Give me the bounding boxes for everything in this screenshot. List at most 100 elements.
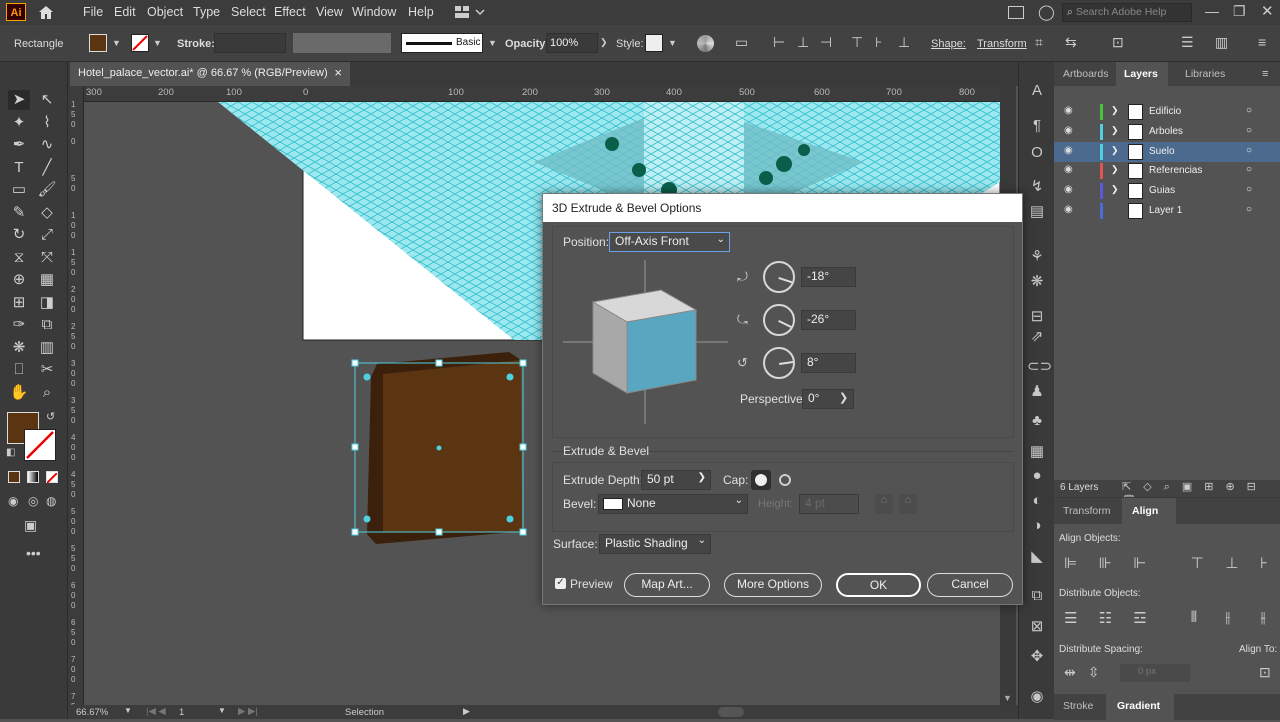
prev-artboard-icon[interactable]: |◀ ◀ — [146, 706, 166, 717]
menu-type[interactable]: Type — [193, 5, 220, 19]
panel-toggle-icon[interactable]: ▤ — [1027, 202, 1047, 222]
search-box[interactable]: ⌕ Search Adobe Help — [1062, 3, 1192, 22]
panel-menu-icon[interactable]: ☰ — [1181, 34, 1194, 51]
shape-label[interactable]: Shape: — [931, 38, 966, 50]
close-icon[interactable]: ✕ — [1261, 2, 1274, 20]
distribute-object-icon[interactable]: ☲ — [1133, 609, 1146, 627]
arrange-documents-icon[interactable] — [1008, 6, 1024, 19]
draw-inside-icon[interactable]: ◍ — [46, 494, 56, 508]
screen-mode-icon[interactable]: ▣ — [24, 517, 37, 534]
menu-edit[interactable]: Edit — [114, 5, 136, 19]
align-object-icon[interactable]: ⊥ — [1225, 554, 1238, 572]
chevron-down-icon[interactable]: ▼ — [218, 706, 226, 715]
tab-gradient[interactable]: Gradient — [1117, 700, 1160, 712]
distribute-icon[interactable]: ⇆ — [1065, 34, 1077, 51]
shape-builder-tool-icon[interactable]: ⊕ — [8, 270, 30, 290]
fill-swatch[interactable] — [89, 34, 107, 52]
chevron-down-icon[interactable]: ▼ — [488, 38, 497, 48]
layer-row[interactable]: ◉ ❯ Referencias ○ — [1054, 161, 1280, 181]
panel-toggle-icon[interactable]: ⊠ — [1027, 617, 1047, 637]
zoom-level[interactable]: 66.67% — [76, 707, 108, 718]
panel-toggle-icon[interactable]: ⧉ — [1027, 587, 1047, 607]
align-object-icon[interactable]: ⊫ — [1064, 554, 1077, 572]
home-icon[interactable] — [36, 3, 56, 21]
panel-toggle-icon[interactable]: ◑ — [1027, 517, 1047, 537]
layer-row[interactable]: ◉ ❯ Arboles ○ — [1054, 122, 1280, 142]
chevron-down-icon[interactable]: ▼ — [153, 38, 162, 48]
target-circle-icon[interactable]: ○ — [1246, 105, 1252, 116]
visibility-eye-icon[interactable]: ◉ — [1064, 164, 1073, 175]
tab-layers[interactable]: Layers — [1124, 68, 1158, 80]
stroke-weight-field[interactable] — [214, 33, 286, 53]
magic-wand-tool-icon[interactable]: ✦ — [8, 113, 30, 133]
selected-rectangle[interactable] — [383, 360, 522, 532]
blend-tool-icon[interactable]: ⧉ — [36, 315, 58, 335]
align-to-icon[interactable]: ▭ — [735, 34, 755, 52]
slice-tool-icon[interactable]: ✂ — [36, 360, 58, 380]
recolor-artwork-icon[interactable] — [697, 35, 714, 52]
cap-off-button[interactable] — [775, 470, 795, 490]
rectangle-tool-icon[interactable]: ▭ — [8, 180, 30, 200]
panel-toggle-icon[interactable]: A — [1027, 82, 1047, 102]
swap-fill-stroke-icon[interactable]: ↺ — [46, 410, 55, 423]
layer-name[interactable]: Guias — [1149, 185, 1175, 196]
visibility-eye-icon[interactable]: ◉ — [1064, 204, 1073, 215]
layer-name[interactable]: Edificio — [1149, 106, 1181, 117]
discover-lightbulb-icon[interactable]: ◯ — [1038, 3, 1055, 21]
type-tool-icon[interactable]: T — [8, 158, 30, 178]
preview-checkbox[interactable]: ✓ — [555, 578, 566, 589]
align-option-icon[interactable]: ⊤ — [851, 34, 863, 51]
menu-help[interactable]: Help — [408, 5, 434, 19]
layer-row[interactable]: ◉ ❯ Suelo ○ — [1054, 141, 1280, 162]
perspective-slider-icon[interactable]: ❯ — [839, 391, 848, 404]
menu-window[interactable]: Window — [352, 5, 396, 19]
layer-row[interactable]: ◉ ❯ Guias ○ — [1054, 181, 1280, 201]
curvature-tool-icon[interactable]: ∿ — [36, 135, 58, 155]
distribute-object-icon[interactable]: ☷ — [1099, 609, 1112, 627]
shaper-tool-icon[interactable]: ✎ — [8, 203, 30, 223]
chevron-down-icon[interactable]: ▼ — [112, 38, 121, 48]
vertical-ruler[interactable]: 1 5 0 0 5 0 1 0 0 1 5 0 2 0 0 2 5 0 3 0 0 3 5 0 4… — [68, 86, 84, 721]
panel-toggle-icon[interactable]: ⊂⊃ — [1027, 357, 1052, 377]
target-circle-icon[interactable]: ○ — [1246, 164, 1252, 175]
target-circle-icon[interactable]: ○ — [1246, 125, 1252, 136]
menu-view[interactable]: View — [316, 5, 343, 19]
layer-name[interactable]: Layer 1 — [1149, 205, 1182, 216]
workspace-switcher-icon[interactable] — [454, 5, 486, 19]
edit-toolbar-icon[interactable]: ••• — [26, 545, 41, 561]
horizontal-ruler[interactable]: 300 200 100 0 100 200 300 400 500 600 700 800 — [84, 86, 1000, 102]
panel-toggle-icon[interactable]: ◣ — [1027, 547, 1047, 567]
paintbrush-tool-icon[interactable]: 🖌 — [36, 180, 58, 200]
panel-toggle-icon[interactable]: ⚘ — [1027, 247, 1047, 267]
layer-name[interactable]: Referencias — [1149, 165, 1202, 176]
visibility-eye-icon[interactable]: ◉ — [1064, 105, 1073, 116]
chevron-right-icon[interactable]: ❯ — [600, 37, 608, 48]
document-tab[interactable]: Hotel_palace_vector.ai* @ 66.67 % (RGB/P… — [70, 62, 350, 86]
scale-tool-icon[interactable]: ⤢ — [36, 225, 58, 245]
stroke-swatch[interactable] — [131, 34, 149, 52]
map-art-button[interactable]: Map Art... — [624, 573, 710, 597]
panel-toggle-icon[interactable]: ♟ — [1027, 382, 1047, 402]
chevron-right-icon[interactable]: ❯ — [1111, 145, 1119, 156]
chevron-down-icon[interactable]: ▼ — [668, 38, 677, 48]
scroll-down-icon[interactable]: ▼ — [1003, 693, 1012, 703]
distribute-spacing-icons[interactable]: ⇹⇳ — [1064, 664, 1111, 681]
gradient-mode-icon[interactable] — [27, 471, 39, 483]
symbol-sprayer-tool-icon[interactable]: ❋ — [8, 338, 30, 358]
panel-toggle-icon[interactable]: ● — [1027, 467, 1047, 487]
layer-row[interactable]: ◉ ❯ Edificio ○ — [1054, 102, 1280, 122]
hand-tool-icon[interactable]: ✋ — [8, 383, 30, 403]
more-options-button[interactable]: More Options — [724, 573, 822, 597]
panel-toggle-icon[interactable]: ↯ — [1027, 177, 1047, 197]
extrude-depth-field[interactable]: 50 pt ❯ — [641, 470, 711, 490]
gradient-tool-icon[interactable]: ◨ — [36, 293, 58, 313]
artboard-tool-icon[interactable]: ⎕ — [8, 360, 30, 380]
align-option-icon[interactable]: ⊦ — [875, 34, 882, 51]
free-transform-tool-icon[interactable]: ⤧ — [36, 248, 58, 268]
tab-libraries[interactable]: Libraries — [1185, 68, 1225, 80]
layer-name[interactable]: Suelo — [1149, 146, 1175, 157]
visibility-eye-icon[interactable]: ◉ — [1064, 145, 1073, 156]
panel-options-icon[interactable]: ≡ — [1258, 34, 1266, 50]
horizontal-scrollbar[interactable] — [718, 707, 744, 717]
tab-transform[interactable]: Transform — [1063, 505, 1110, 517]
